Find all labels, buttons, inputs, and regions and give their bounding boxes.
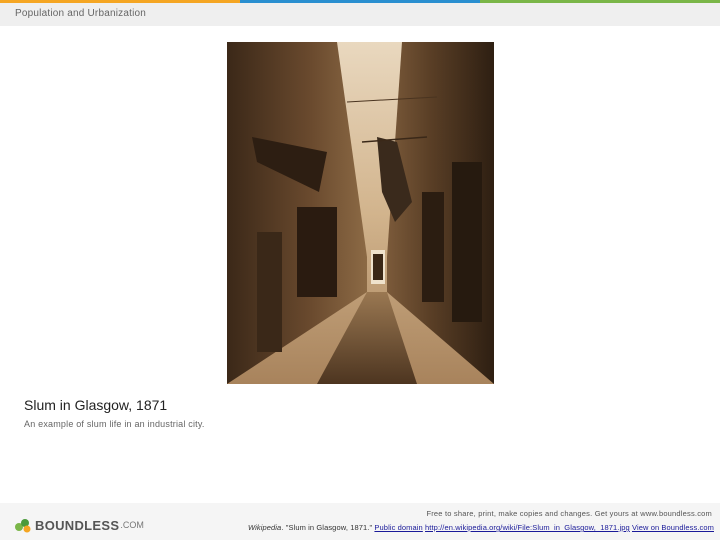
attribution-line: Wikipedia. "Slum in Glasgow, 1871." Publ… (248, 523, 714, 532)
slide-header: Population and Urbanization (0, 3, 720, 26)
boundless-logo[interactable]: BOUNDLESS .COM (14, 517, 144, 533)
slide-section-title: Population and Urbanization (15, 8, 147, 19)
logo-domain: .COM (120, 520, 144, 530)
glasgow-slum-photo (227, 42, 494, 384)
view-on-boundless-link[interactable]: View on Boundless.com (632, 523, 714, 532)
photo-caption-description: An example of slum life in an industrial… (24, 419, 205, 429)
attribution-source: Wikipedia (247, 523, 282, 532)
logo-wordmark: BOUNDLESS (35, 517, 120, 533)
photo-caption-title: Slum in Glasgow, 1871 (24, 397, 168, 413)
license-link[interactable]: Public domain (374, 523, 422, 532)
boundless-leaf-icon (15, 519, 31, 533)
slide-footer: BOUNDLESS .COM Free to share, print, mak… (0, 503, 720, 540)
attribution-title: . "Slum in Glasgow, 1871." (281, 523, 375, 532)
source-url-link[interactable]: http://en.wikipedia.org/wiki/File:Slum_i… (425, 523, 630, 532)
share-notice: Free to share, print, make copies and ch… (426, 509, 712, 518)
